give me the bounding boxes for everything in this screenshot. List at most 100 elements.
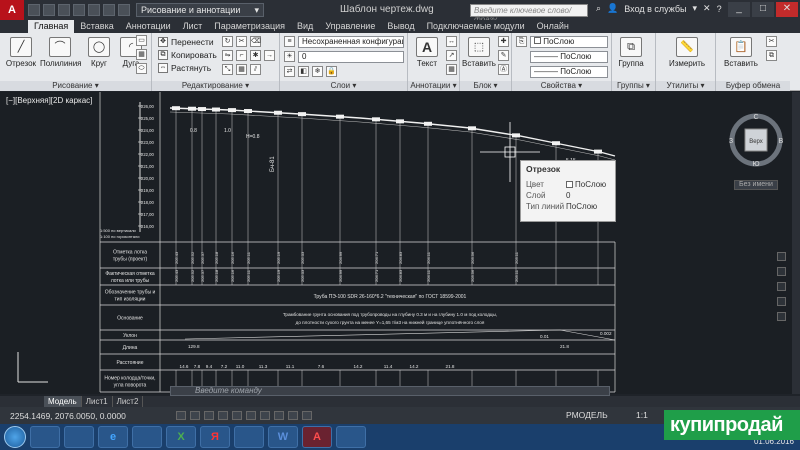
undo-icon[interactable] (103, 4, 115, 16)
tab-home[interactable]: Главная (28, 20, 75, 33)
vertical-scrollbar[interactable] (792, 92, 800, 394)
explode-icon[interactable]: ✱ (250, 50, 261, 61)
scale-icon[interactable]: ⤡ (222, 64, 233, 75)
start-button[interactable] (4, 426, 26, 448)
otrack-icon[interactable] (246, 411, 256, 420)
model-space-toggle[interactable]: РМОДЕЛЬ (566, 410, 608, 420)
layer-iso-icon[interactable]: ◧ (298, 66, 309, 77)
autocad-logo[interactable]: A (0, 0, 24, 20)
redo-icon[interactable] (118, 4, 130, 16)
taskbar-app-folder[interactable] (64, 426, 94, 448)
tab-manage[interactable]: Управление (319, 20, 381, 33)
leader-icon[interactable]: ↗ (446, 50, 457, 61)
panel-groups-title[interactable]: Группы ▾ (612, 81, 655, 91)
array-icon[interactable]: ▦ (236, 64, 247, 75)
help-icon[interactable]: ? (717, 4, 722, 14)
panel-block-title[interactable]: Блок ▾ (460, 81, 511, 91)
print-icon[interactable] (88, 4, 100, 16)
signin-link[interactable]: Вход в службы (624, 4, 686, 14)
panel-clipboard-title[interactable]: Буфер обмена (716, 81, 790, 91)
tab-layout[interactable]: Лист (177, 20, 209, 33)
tab-annotate[interactable]: Аннотации (120, 20, 177, 33)
panel-properties-title[interactable]: Свойства ▾ (512, 81, 611, 91)
open-icon[interactable] (43, 4, 55, 16)
maximize-button[interactable]: □ (752, 2, 774, 17)
move-button[interactable]: ✥ Перенести (158, 37, 214, 47)
current-layer-select[interactable]: 0 (298, 51, 404, 63)
cut-icon[interactable]: ✂ (766, 36, 777, 47)
trim-icon[interactable]: ✂ (236, 36, 247, 47)
tab-insert[interactable]: Вставка (74, 20, 119, 33)
annotation-scale[interactable]: 1:1 (636, 410, 648, 420)
stretch-button[interactable]: ⇔ Растянуть (158, 63, 211, 73)
table-icon[interactable]: ▦ (446, 64, 457, 75)
showmotion-icon[interactable] (777, 312, 786, 321)
ducs-icon[interactable] (260, 411, 270, 420)
lineweight-select[interactable]: ——— ПоСлою (530, 66, 608, 78)
snap-icon[interactable] (176, 411, 186, 420)
panel-annotation-title[interactable]: Аннотации ▾ (408, 81, 459, 91)
edit-block-icon[interactable]: ✎ (498, 50, 509, 61)
zoom-icon[interactable] (777, 282, 786, 291)
panel-modify-title[interactable]: Редактирование ▾ (152, 81, 279, 91)
new-icon[interactable] (28, 4, 40, 16)
tab-sheet2[interactable]: Лист2 (113, 396, 144, 407)
color-select[interactable]: ПоСлою (530, 36, 608, 48)
layer-lock-icon[interactable]: 🔒 (326, 66, 337, 77)
tab-sheet1[interactable]: Лист1 (82, 396, 113, 407)
insert-block-button[interactable]: ⬚ Вставить (462, 37, 496, 68)
pan-icon[interactable] (777, 267, 786, 276)
layer-properties-icon[interactable]: ≡ (284, 36, 295, 47)
tab-view[interactable]: Вид (291, 20, 319, 33)
user-icon[interactable]: 👤 (607, 3, 618, 14)
viewcube[interactable]: Верх С Ю З В (728, 112, 784, 168)
line-button[interactable]: ╱ Отрезок (4, 37, 38, 68)
wcs-menu[interactable]: Без имени (734, 180, 778, 190)
tab-parametric[interactable]: Параметризация (208, 20, 291, 33)
command-line-input[interactable]: Введите команду (170, 386, 610, 396)
tab-output[interactable]: Вывод (381, 20, 420, 33)
copy-button[interactable]: ⧉ Копировать (158, 50, 217, 60)
offset-icon[interactable]: ⫽ (250, 64, 261, 75)
tab-online[interactable]: Онлайн (531, 20, 575, 33)
extend-icon[interactable]: → (264, 50, 275, 61)
linetype-select[interactable]: ——— ПоСлою (530, 51, 608, 63)
layer-state-select[interactable]: Несохраненная конфигурация сло (298, 36, 404, 48)
binoculars-icon[interactable]: ⌕ (596, 3, 601, 14)
tab-model[interactable]: Модель (44, 396, 82, 407)
search-input[interactable]: Введите ключевое слово/фразу (470, 4, 588, 24)
rotate-icon[interactable]: ↻ (222, 36, 233, 47)
polyline-button[interactable]: ⌒ Полилиния (40, 37, 82, 68)
fillet-icon[interactable]: ⌐ (236, 50, 247, 61)
osnap-icon[interactable] (232, 411, 242, 420)
orbit-icon[interactable] (777, 297, 786, 306)
dyn-icon[interactable] (274, 411, 284, 420)
paste-button[interactable]: 📋 Вставить (722, 37, 760, 68)
rectangle-icon[interactable]: ▭ (136, 35, 147, 46)
ortho-icon[interactable] (204, 411, 214, 420)
save-icon[interactable] (58, 4, 70, 16)
steering-wheel-icon[interactable] (777, 252, 786, 261)
taskbar-app-yandex[interactable]: Я (200, 426, 230, 448)
workspace-selector[interactable]: Рисование и аннотации ▾ (136, 3, 264, 17)
match-properties-icon[interactable]: ⎘ (516, 36, 527, 47)
close-button[interactable]: ✕ (776, 2, 798, 17)
hatch-icon[interactable]: ▦ (136, 49, 147, 60)
text-button[interactable]: A Текст (410, 37, 444, 68)
copy-clip-icon[interactable]: ⧉ (766, 50, 777, 61)
mirror-icon[interactable]: ⇋ (222, 50, 233, 61)
panel-draw-title[interactable]: Рисование ▾ (0, 81, 151, 91)
dimension-icon[interactable]: ↔ (446, 36, 457, 47)
taskbar-app-explorer[interactable] (30, 426, 60, 448)
circle-button[interactable]: ◯ Круг (82, 37, 116, 68)
grid-icon[interactable] (190, 411, 200, 420)
taskbar-app-notes[interactable] (234, 426, 264, 448)
layer-match-icon[interactable]: ⇄ (284, 66, 295, 77)
taskbar-app-word[interactable]: W (268, 426, 298, 448)
attribute-icon[interactable]: Ⓐ (498, 64, 509, 75)
measure-button[interactable]: 📏 Измерить (668, 37, 706, 68)
tab-plugins[interactable]: Подключаемые модули (421, 20, 531, 33)
erase-icon[interactable]: ⌫ (250, 36, 261, 47)
taskbar-app-pdf[interactable] (336, 426, 366, 448)
transparency-icon[interactable] (302, 411, 312, 420)
